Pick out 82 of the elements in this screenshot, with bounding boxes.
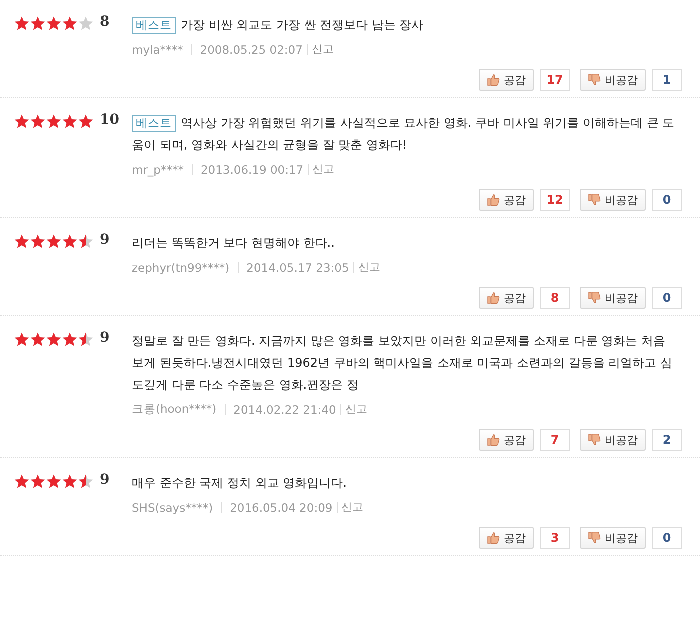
star-icon [30, 16, 46, 31]
star-icon [46, 234, 62, 249]
disagree-count: 1 [652, 69, 682, 91]
review-date: 2014.02.22 21:40 [234, 402, 336, 416]
star-icon [46, 332, 62, 347]
agree-button[interactable]: 공감 [479, 287, 534, 309]
best-badge: 베스트 [132, 17, 176, 34]
rating-score: 10 [100, 112, 120, 128]
review-text: 베스트 역사상 가장 위험했던 위기를 사실적으로 묘사한 영화. 쿠바 미사일 위기를 이해하는데 큰 도움이 되며, 영화와 사실간의 균형을 잘 맞춘 영화다! [132, 114, 676, 154]
star-icon [30, 474, 46, 489]
agree-button[interactable]: 공감 [479, 527, 534, 549]
thumbs-down-icon [588, 292, 601, 304]
review-date: 2014.05.17 23:05 [246, 260, 350, 274]
author-name: myla**** [132, 42, 184, 56]
star-icon [78, 332, 94, 347]
report-link[interactable]: 신고 [358, 260, 380, 275]
star-icon [30, 234, 46, 249]
author-name: 크롱(hoon****) [132, 402, 217, 417]
star-icon [62, 332, 78, 347]
star-icon [62, 474, 78, 489]
best-badge: 베스트 [132, 115, 176, 132]
star-icon [46, 474, 62, 489]
star-icon [14, 474, 30, 489]
star-icon [30, 332, 46, 347]
report-link[interactable]: 신고 [345, 402, 368, 417]
disagree-count: 2 [652, 429, 682, 451]
star-icon [30, 114, 46, 129]
thumbs-up-icon [487, 292, 500, 304]
thumbs-down-icon [588, 194, 601, 206]
agree-count: 17 [540, 69, 570, 91]
report-link[interactable]: 신고 [312, 162, 335, 177]
star-icon [14, 114, 30, 129]
disagree-button[interactable]: 비공감 [580, 69, 646, 91]
star-icon [14, 16, 30, 31]
agree-button[interactable]: 공감 [479, 189, 534, 211]
star-icon [62, 16, 78, 31]
agree-button[interactable]: 공감 [479, 429, 534, 451]
thumbs-down-icon [588, 74, 601, 86]
review-text: 정말로 잘 만든 영화다. 지금까지 많은 영화를 보았지만 이러한 외교문제를 소재로 다룬 영화는 처음 보게 된듯하다.냉전시대였던 1962년 쿠바의 핵미사일을 소재로 미국과 소련과의 갈등을 리얼하고 심도깊게 다룬 다소 수준높은 영화.뀐장은 정 [132, 333, 674, 394]
star-icon [78, 234, 94, 249]
report-link[interactable]: 신고 [342, 500, 364, 515]
rating-score: 9 [100, 330, 110, 346]
report-link[interactable]: 신고 [312, 42, 334, 57]
thumbs-down-icon [588, 532, 601, 544]
thumbs-up-icon [487, 194, 500, 206]
disagree-count: 0 [652, 189, 682, 211]
agree-count: 3 [540, 527, 570, 549]
star-icon [46, 114, 62, 129]
agree-button[interactable]: 공감 [479, 69, 534, 91]
disagree-button[interactable]: 비공감 [580, 527, 646, 549]
star-icon [14, 234, 30, 249]
star-icon [14, 332, 30, 347]
thumbs-up-icon [487, 532, 500, 544]
star-icon [78, 16, 94, 31]
disagree-count: 0 [652, 527, 682, 549]
review-text: 베스트 가장 비싼 외교도 가장 싼 전쟁보다 남는 장사 [132, 14, 686, 36]
review-text: 리더는 똑똑한거 보다 현명해야 한다.. [132, 235, 336, 252]
star-icon [62, 114, 78, 129]
review-date: 2013.06.19 00:17 [200, 162, 304, 176]
thumbs-up-icon [487, 434, 500, 446]
thumbs-down-icon [588, 434, 601, 446]
author-name: mr_p**** [132, 162, 184, 176]
author-name: zephyr(tn99****) [132, 260, 230, 274]
rating-score: 9 [100, 472, 110, 488]
rating-score: 9 [100, 232, 110, 248]
review-text: 매우 준수한 국제 정치 외교 영화입니다. [132, 475, 348, 492]
disagree-button[interactable]: 비공감 [580, 429, 646, 451]
agree-count: 8 [540, 287, 570, 309]
star-icon [78, 474, 94, 489]
star-icon [78, 114, 94, 129]
star-icon [62, 234, 78, 249]
disagree-button[interactable]: 비공감 [580, 287, 646, 309]
review-date: 2008.05.25 02:07 [200, 42, 303, 56]
rating-score: 8 [100, 14, 110, 30]
agree-count: 7 [540, 429, 570, 451]
review-date: 2016.05.04 20:09 [230, 500, 333, 514]
thumbs-up-icon [487, 74, 500, 86]
disagree-button[interactable]: 비공감 [580, 189, 646, 211]
disagree-count: 0 [652, 287, 682, 309]
author-name: SHS(says****) [132, 500, 214, 514]
agree-count: 12 [540, 189, 570, 211]
star-icon [46, 16, 62, 31]
